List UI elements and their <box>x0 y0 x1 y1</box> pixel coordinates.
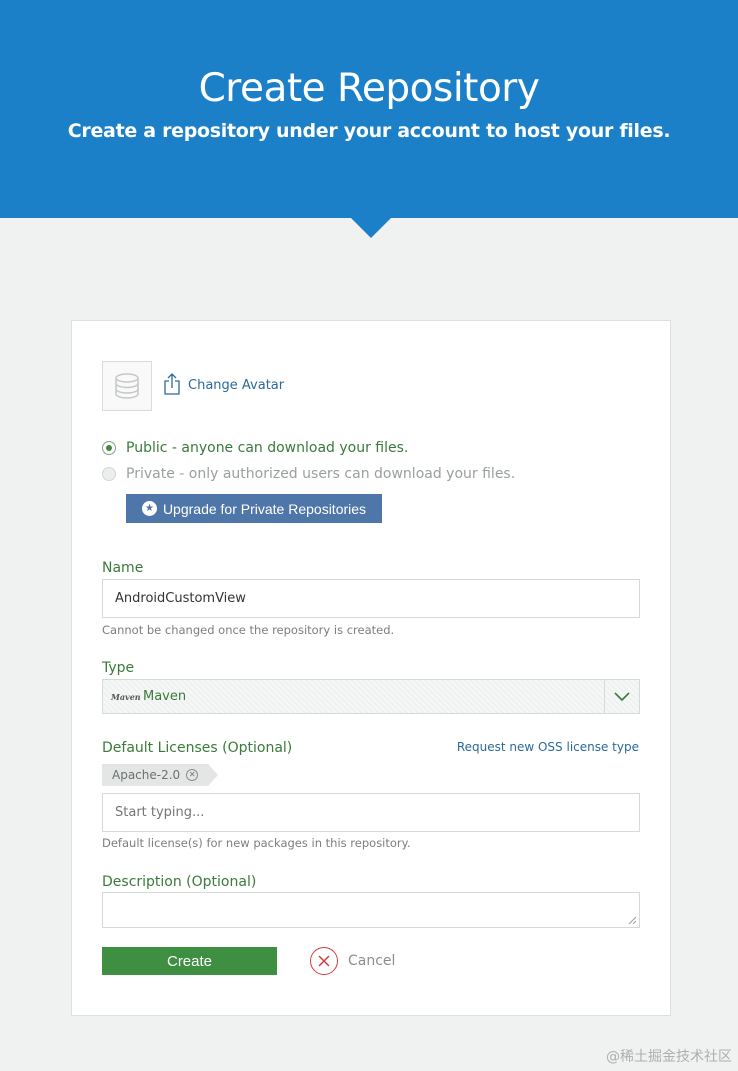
page-title: Create Repository <box>198 66 540 111</box>
repository-avatar <box>102 361 152 411</box>
public-radio[interactable] <box>102 441 116 455</box>
upload-icon <box>164 373 180 395</box>
license-search-input[interactable] <box>102 793 640 832</box>
page-header: Create Repository Create a repository un… <box>0 0 738 218</box>
star-icon: ★ <box>141 501 157 516</box>
request-license-link[interactable]: Request new OSS license type <box>457 740 639 754</box>
cancel-button[interactable]: Cancel <box>310 947 395 975</box>
name-label: Name <box>102 560 144 576</box>
name-input[interactable]: AndroidCustomView <box>102 579 640 618</box>
type-value: Maven <box>143 689 187 704</box>
database-icon <box>115 373 139 399</box>
upgrade-private-button[interactable]: ★ Upgrade for Private Repositories <box>126 494 382 523</box>
private-label: Private - only authorized users can down… <box>126 466 516 482</box>
type-select[interactable]: Maven Maven <box>102 679 640 714</box>
upgrade-label: Upgrade for Private Repositories <box>162 500 367 517</box>
name-help: Cannot be changed once the repository is… <box>102 623 395 637</box>
description-label: Description (Optional) <box>102 874 257 890</box>
license-tag: Apache-2.0 ✕ <box>102 764 219 786</box>
private-option: Private - only authorized users can down… <box>102 466 515 482</box>
create-button[interactable]: Create <box>102 947 277 975</box>
create-repository-form: Change Avatar Public - anyone can downlo… <box>71 320 671 1016</box>
resize-handle-icon[interactable] <box>628 916 637 925</box>
change-avatar-link[interactable]: Change Avatar <box>164 373 284 395</box>
licenses-help: Default license(s) for new packages in t… <box>102 836 411 850</box>
private-radio <box>102 467 116 481</box>
cancel-label: Cancel <box>348 953 396 969</box>
maven-logo: Maven <box>111 691 141 702</box>
close-icon <box>310 947 338 975</box>
header-pointer <box>351 218 391 238</box>
public-label: Public - anyone can download your files. <box>126 440 409 456</box>
watermark: @稀土掘金技术社区 <box>606 1049 732 1065</box>
page-subtitle: Create a repository under your account t… <box>67 120 671 142</box>
public-option[interactable]: Public - anyone can download your files. <box>102 440 408 456</box>
chevron-down-icon[interactable] <box>604 680 639 713</box>
remove-license-icon[interactable]: ✕ <box>186 769 199 781</box>
type-label: Type <box>102 660 135 676</box>
licenses-label: Default Licenses (Optional) <box>102 740 293 756</box>
change-avatar-label: Change Avatar <box>188 378 285 393</box>
description-textarea[interactable] <box>102 892 640 928</box>
license-tag-label: Apache-2.0 <box>112 768 181 782</box>
